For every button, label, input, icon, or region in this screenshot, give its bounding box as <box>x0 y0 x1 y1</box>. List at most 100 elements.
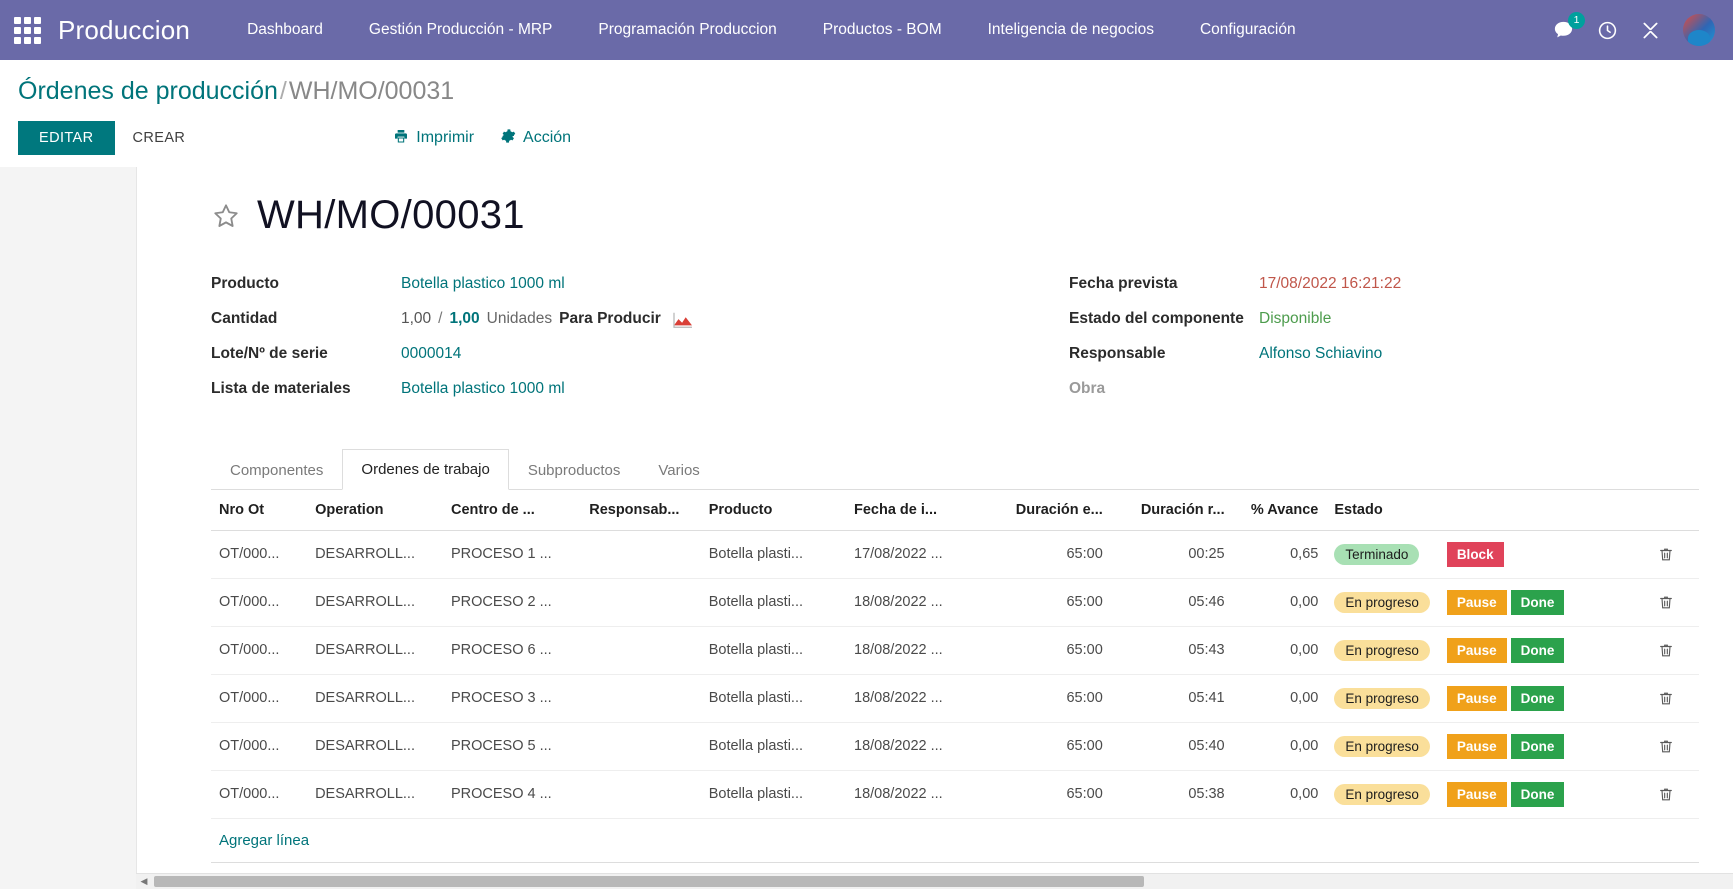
field-fecha-prevista-value[interactable]: 17/08/2022 16:21:22 <box>1259 274 1401 295</box>
workorder-fecha-inicio: 18/08/2022 ... <box>846 578 987 627</box>
status-badge: Terminado <box>1334 543 1420 565</box>
quantity-separator: / <box>438 310 443 328</box>
done-button[interactable]: Done <box>1510 781 1565 807</box>
col-fecha-de-inicio[interactable]: Fecha de i... <box>846 489 987 531</box>
col-estado[interactable]: Estado <box>1326 489 1439 531</box>
workorder-centro-de-trabajo: PROCESO 3 ... <box>442 674 582 723</box>
trash-icon[interactable] <box>1658 786 1674 803</box>
create-button[interactable]: CREAR <box>115 121 204 155</box>
pause-button[interactable]: Pause <box>1446 589 1507 615</box>
wrench-icon[interactable] <box>1640 20 1661 41</box>
pause-button[interactable]: Pause <box>1446 685 1507 711</box>
trash-icon[interactable] <box>1658 546 1674 563</box>
horizontal-scrollbar[interactable]: ◀ <box>136 873 1733 890</box>
field-producto: Producto Botella plastico 1000 ml <box>211 274 955 295</box>
scroll-left-arrow[interactable]: ◀ <box>136 874 152 890</box>
workorder-centro-de-trabajo: PROCESO 2 ... <box>442 578 582 627</box>
menu-item-dashboard[interactable]: Dashboard <box>224 13 346 47</box>
workorder-avance: 0,00 <box>1232 674 1327 723</box>
workorders-table-scroll: Nro Ot Operation Centro de ... Responsab… <box>211 489 1699 890</box>
app-brand-title[interactable]: Produccion <box>58 15 190 46</box>
col-producto[interactable]: Producto <box>700 489 846 531</box>
workorder-action-buttons: Block <box>1438 530 1650 579</box>
table-row[interactable]: OT/000... DESARROLL... PROCESO 2 ... Botell… <box>211 578 1699 627</box>
pause-button[interactable]: Pause <box>1446 637 1507 663</box>
col-duracion-esperada[interactable]: Duración e... <box>986 489 1111 531</box>
page-title: WH/MO/00031 <box>257 193 525 238</box>
block-button[interactable]: Block <box>1446 541 1504 567</box>
col-operation[interactable]: Operation <box>307 489 443 531</box>
tab-ordenes-de-trabajo[interactable]: Ordenes de trabajo <box>342 448 509 490</box>
workorder-estado-cell: Terminado <box>1326 530 1439 579</box>
table-row[interactable]: OT/000... DESARROLL... PROCESO 1 ... Botell… <box>211 530 1699 579</box>
quantity-uom-label: Unidades <box>486 310 553 328</box>
form-group-left: Producto Botella plastico 1000 ml Cantid… <box>211 274 955 414</box>
menu-item-gestion-produccion-mrp[interactable]: Gestión Producción - MRP <box>346 13 576 47</box>
pause-button[interactable]: Pause <box>1446 781 1507 807</box>
workorder-operation: DESARROLL... <box>307 674 443 723</box>
table-row[interactable]: OT/000... DESARROLL... PROCESO 3 ... Botell… <box>211 674 1699 723</box>
forecast-chart-icon[interactable] <box>672 311 694 329</box>
delete-row-cell <box>1649 578 1699 627</box>
workorder-avance: 0,00 <box>1232 626 1327 675</box>
edit-button[interactable]: EDITAR <box>18 121 115 156</box>
tab-subproductos[interactable]: Subproductos <box>509 450 640 490</box>
trash-icon[interactable] <box>1658 690 1674 707</box>
col-responsable[interactable]: Responsab... <box>581 489 701 531</box>
star-icon[interactable] <box>211 201 241 231</box>
done-button[interactable]: Done <box>1510 637 1565 663</box>
done-button[interactable]: Done <box>1510 733 1565 759</box>
workorder-fecha-inicio: 18/08/2022 ... <box>846 722 987 771</box>
table-row[interactable]: OT/000... DESARROLL... PROCESO 4 ... Botell… <box>211 770 1699 819</box>
tablet-view-icon[interactable] <box>1629 786 1644 803</box>
quantity-todo-value[interactable]: 1,00 <box>449 309 479 330</box>
tab-varios[interactable]: Varios <box>639 450 718 490</box>
field-responsable-value[interactable]: Alfonso Schiavino <box>1259 344 1382 365</box>
printer-icon <box>393 128 409 149</box>
tablet-view-icon[interactable] <box>1629 738 1644 755</box>
action-menu-button[interactable]: Acción <box>500 128 571 149</box>
workorder-estado-cell: En progreso <box>1326 722 1439 771</box>
clock-icon[interactable] <box>1597 20 1618 41</box>
print-menu-button[interactable]: Imprimir <box>393 128 474 149</box>
trash-icon[interactable] <box>1658 738 1674 755</box>
trash-icon[interactable] <box>1658 642 1674 659</box>
scrollbar-thumb[interactable] <box>154 876 1145 888</box>
breadcrumb-link-ordenes-de-produccion[interactable]: Órdenes de producción <box>18 77 278 105</box>
table-row[interactable]: OT/000... DESARROLL... PROCESO 5 ... Botell… <box>211 722 1699 771</box>
tablet-view-icon[interactable] <box>1629 642 1644 659</box>
workorder-action-buttons: Pause Done Block <box>1438 770 1650 819</box>
tab-componentes[interactable]: Componentes <box>211 450 342 490</box>
done-button[interactable]: Done <box>1510 589 1565 615</box>
done-button[interactable]: Done <box>1510 685 1565 711</box>
menu-item-programacion-produccion[interactable]: Programación Produccion <box>575 13 799 47</box>
trash-icon[interactable] <box>1658 594 1674 611</box>
col-nro-ot[interactable]: Nro Ot <box>211 489 308 531</box>
col-centro-de-trabajo[interactable]: Centro de ... <box>442 489 582 531</box>
form-view-container: WH/MO/00031 Producto Botella plastico 10… <box>0 167 1733 890</box>
workorder-responsable <box>581 530 701 579</box>
user-avatar[interactable] <box>1683 14 1715 46</box>
menu-item-productos-bom[interactable]: Productos - BOM <box>800 13 965 47</box>
tablet-view-icon[interactable] <box>1629 594 1644 611</box>
field-estado-componente-label: Estado del componente <box>1069 310 1244 328</box>
workorder-nro-ot: OT/000... <box>211 530 308 579</box>
pause-button[interactable]: Pause <box>1446 733 1507 759</box>
chat-bubble-icon[interactable]: 1 <box>1552 11 1585 42</box>
workorder-duracion-real: 00:25 <box>1110 530 1233 579</box>
field-producto-value[interactable]: Botella plastico 1000 ml <box>401 274 565 295</box>
field-lista-materiales-value[interactable]: Botella plastico 1000 ml <box>401 379 565 400</box>
action-label: Acción <box>523 129 572 147</box>
menu-item-configuracion[interactable]: Configuración <box>1177 13 1319 47</box>
tablet-view-icon[interactable] <box>1629 690 1644 707</box>
add-line-button[interactable]: Agregar línea <box>211 819 317 862</box>
field-lote-value[interactable]: 0000014 <box>401 344 461 365</box>
apps-grid-icon[interactable] <box>10 13 44 47</box>
col-avance[interactable]: % Avance <box>1232 489 1327 531</box>
control-panel-actions: Imprimir Acción <box>393 128 571 149</box>
workorder-operation: DESARROLL... <box>307 722 443 771</box>
workorder-avance: 0,00 <box>1232 578 1327 627</box>
col-duracion-real[interactable]: Duración r... <box>1110 489 1233 531</box>
menu-item-inteligencia-de-negocios[interactable]: Inteligencia de negocios <box>965 13 1177 47</box>
table-row[interactable]: OT/000... DESARROLL... PROCESO 6 ... Botell… <box>211 626 1699 675</box>
